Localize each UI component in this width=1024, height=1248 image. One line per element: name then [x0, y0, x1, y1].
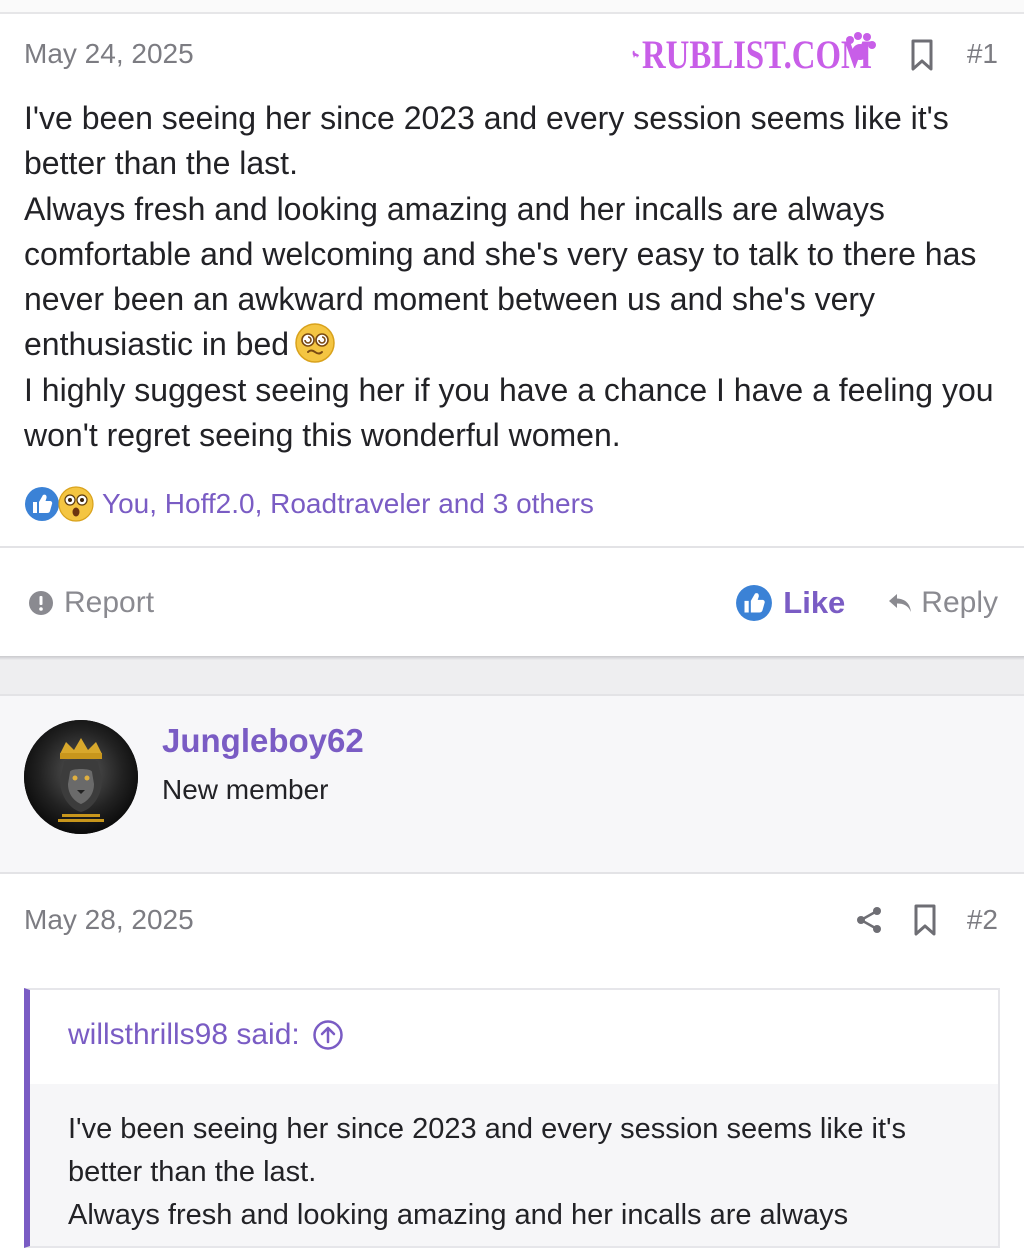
- thumbs-up-icon: [25, 487, 59, 521]
- post-gap: [0, 660, 1024, 694]
- post1-footer: Report Like Reply: [28, 578, 998, 628]
- post1-bookmark-icon[interactable]: [908, 38, 936, 72]
- like-label: Like: [783, 585, 846, 620]
- post1-body-text: Always fresh and looking amazing and her…: [24, 190, 977, 363]
- post2-date[interactable]: May 28, 2025: [24, 904, 194, 936]
- quote-body: I've been seeing her since 2023 and ever…: [68, 1108, 988, 1237]
- astonished-face-icon: [58, 486, 94, 522]
- bookmark-icon[interactable]: [911, 903, 939, 937]
- quote-line: Always fresh and looking amazing and her…: [68, 1199, 849, 1231]
- watermark-paw-icon: [846, 32, 876, 60]
- watermark-logo: RUBLIST.COM: [632, 24, 922, 84]
- report-label: Report: [64, 586, 155, 619]
- quote-block: willsthrills98 said: I've been seeing he…: [24, 988, 1000, 1248]
- quote-author-label: willsthrills98 said:: [68, 1018, 300, 1051]
- post1-body: I've been seeing her since 2023 and ever…: [24, 96, 1004, 458]
- like-button[interactable]: Like: [735, 584, 845, 622]
- dizzy-face-emoji-icon: [295, 323, 335, 364]
- reaction-icons: [24, 486, 94, 522]
- post1-date[interactable]: May 24, 2025: [24, 38, 194, 70]
- post1-body-line: Always fresh and looking amazing and her…: [24, 187, 1004, 368]
- username-link[interactable]: Jungleboy62: [162, 722, 364, 760]
- top-divider: [0, 0, 1024, 14]
- quote-author[interactable]: willsthrills98 said:: [68, 1018, 344, 1052]
- footer-actions: Like Reply: [735, 584, 998, 622]
- post1-body-line: I highly suggest seeing her if you have …: [24, 371, 994, 454]
- watermark-text: RUBLIST.COM: [641, 31, 872, 77]
- post1-number[interactable]: #1: [967, 38, 998, 70]
- post1-reactions[interactable]: You, Hoff2.0, Roadtraveler and 3 others: [24, 482, 594, 526]
- crowned-lion-avatar-icon: [24, 720, 138, 834]
- arrow-up-circle-icon[interactable]: [312, 1019, 344, 1051]
- report-button[interactable]: Report: [28, 586, 154, 620]
- avatar[interactable]: [24, 720, 138, 834]
- watermark-figure-icon: [632, 50, 639, 58]
- reply-button[interactable]: Reply: [887, 586, 998, 620]
- post1-body-line: I've been seeing her since 2023 and ever…: [24, 100, 949, 182]
- thumbs-up-icon: [736, 585, 773, 621]
- post2-number[interactable]: #2: [967, 904, 998, 936]
- post1-footer-divider: [0, 546, 1024, 548]
- reactions-summary[interactable]: You, Hoff2.0, Roadtraveler and 3 others: [102, 488, 594, 520]
- share-icon[interactable]: [855, 905, 883, 935]
- quote-line: I've been seeing her since 2023 and ever…: [68, 1113, 907, 1188]
- post2-meta-actions: #2: [855, 903, 998, 937]
- user-title: New member: [162, 774, 329, 805]
- reply-label: Reply: [921, 586, 998, 619]
- reply-arrow-icon: [889, 594, 912, 612]
- alert-circle-icon: [29, 591, 53, 615]
- post2-user-header: Jungleboy62 New member: [0, 694, 1024, 874]
- post2-meta-row: May 28, 2025 #2: [24, 900, 998, 940]
